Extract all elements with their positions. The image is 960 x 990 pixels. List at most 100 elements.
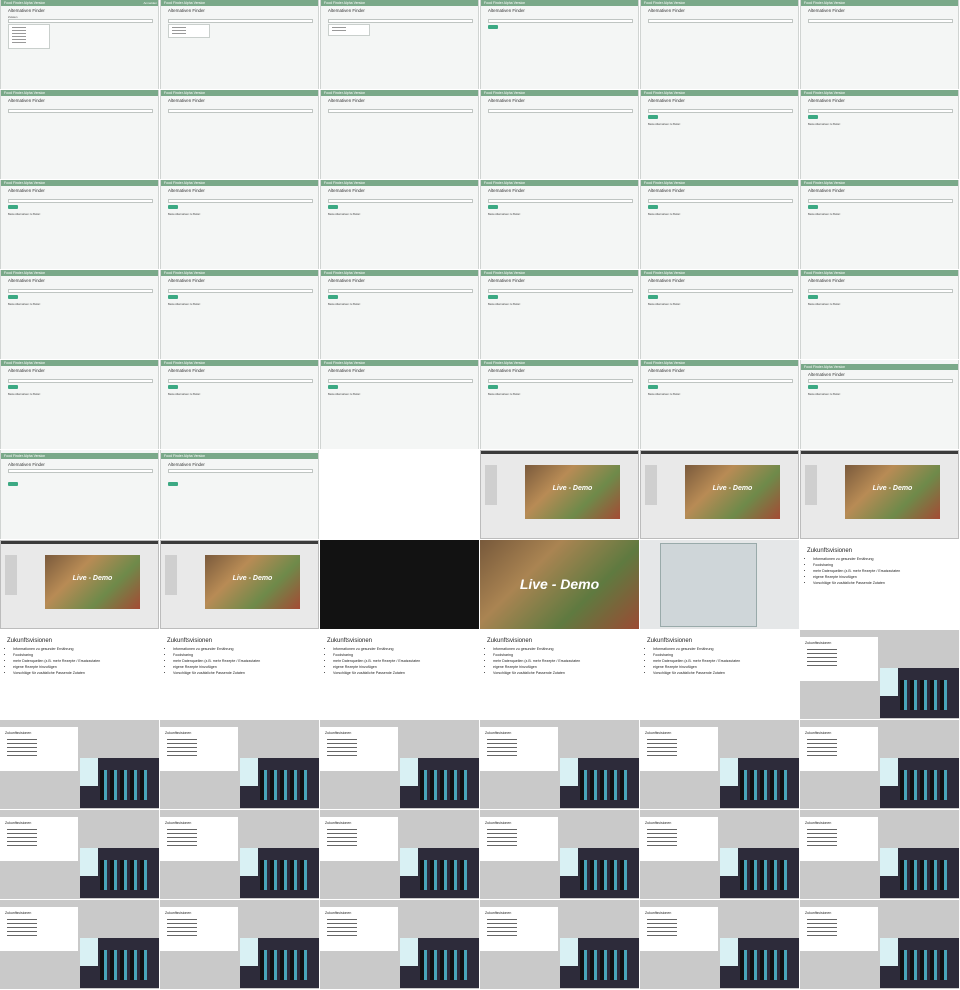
search-input[interactable] <box>808 289 953 293</box>
search-input[interactable] <box>8 109 153 113</box>
brand-label[interactable]: Food Finder Alpha Version <box>484 0 525 6</box>
brand-label[interactable]: Food Finder Alpha Version <box>4 360 45 366</box>
brand-label[interactable]: Food Finder Alpha Version <box>484 360 525 366</box>
search-button[interactable] <box>488 385 498 389</box>
search-button[interactable] <box>808 115 818 119</box>
search-input[interactable] <box>8 289 153 293</box>
nav-link[interactable]: Anmelden <box>143 0 157 6</box>
search-input[interactable] <box>488 199 633 203</box>
slide-thumbnails[interactable] <box>5 555 17 595</box>
brand-label[interactable]: Food Finder Alpha Version <box>164 270 205 276</box>
brand-label[interactable]: Food Finder Alpha Version <box>324 90 365 96</box>
search-input[interactable] <box>328 289 473 293</box>
search-button[interactable] <box>648 385 658 389</box>
search-button[interactable] <box>328 205 338 209</box>
search-button[interactable] <box>168 295 178 299</box>
slide-thumbnails[interactable] <box>645 465 657 505</box>
search-button[interactable] <box>488 205 498 209</box>
autocomplete-dropdown[interactable] <box>168 24 210 38</box>
talk-frame: Zukunftsvisionen <box>640 720 799 809</box>
slide-thumbnails[interactable] <box>485 465 497 505</box>
brand-label[interactable]: Food Finder Alpha Version <box>4 270 45 276</box>
brand-label[interactable]: Food Finder Alpha Version <box>644 90 685 96</box>
brand-label[interactable]: Food Finder Alpha Version <box>164 453 205 459</box>
search-button[interactable] <box>648 205 658 209</box>
search-input[interactable] <box>8 199 153 203</box>
search-button[interactable] <box>8 482 18 486</box>
brand-label[interactable]: Food Finder Alpha Version <box>804 0 845 6</box>
search-input[interactable] <box>328 109 473 113</box>
brand-label[interactable]: Food Finder Alpha Version <box>484 90 525 96</box>
slide-title: Zukunftsvisionen <box>807 548 853 554</box>
search-input[interactable] <box>488 109 633 113</box>
search-input[interactable] <box>168 379 313 383</box>
brand-label[interactable]: Food Finder Alpha Version <box>484 180 525 186</box>
search-input[interactable] <box>8 469 153 473</box>
brand-label[interactable]: Food Finder Alpha Version <box>484 270 525 276</box>
search-button[interactable] <box>808 385 818 389</box>
search-button[interactable] <box>488 295 498 299</box>
brand-label[interactable]: Food Finder Alpha Version <box>804 90 845 96</box>
search-button[interactable] <box>648 115 658 119</box>
brand-label[interactable]: Food Finder Alpha Version <box>644 180 685 186</box>
search-input[interactable] <box>328 19 473 23</box>
brand-label[interactable]: Food Finder Alpha Version <box>4 0 45 6</box>
autocomplete-dropdown[interactable] <box>8 24 50 49</box>
search-input[interactable] <box>168 469 313 473</box>
search-input[interactable] <box>8 19 153 23</box>
brand-label[interactable]: Food Finder Alpha Version <box>644 270 685 276</box>
brand-label[interactable]: Food Finder Alpha Version <box>4 90 45 96</box>
brand-label[interactable]: Food Finder Alpha Version <box>644 360 685 366</box>
search-input[interactable] <box>8 379 153 383</box>
search-input[interactable] <box>328 199 473 203</box>
brand-label[interactable]: Food Finder Alpha Version <box>324 180 365 186</box>
search-button[interactable] <box>328 295 338 299</box>
brand-label[interactable]: Food Finder Alpha Version <box>324 360 365 366</box>
search-input[interactable] <box>808 109 953 113</box>
search-input[interactable] <box>648 19 793 23</box>
brand-label[interactable]: Food Finder Alpha Version <box>324 0 365 6</box>
autocomplete-dropdown[interactable] <box>328 24 370 36</box>
search-input[interactable] <box>168 199 313 203</box>
search-input[interactable] <box>648 379 793 383</box>
search-input[interactable] <box>488 289 633 293</box>
search-button[interactable] <box>168 205 178 209</box>
search-input[interactable] <box>488 19 633 23</box>
search-input[interactable] <box>488 379 633 383</box>
brand-label[interactable]: Food Finder Alpha Version <box>804 180 845 186</box>
brand-label[interactable]: Food Finder Alpha Version <box>4 180 45 186</box>
search-button[interactable] <box>168 385 178 389</box>
search-input[interactable] <box>808 379 953 383</box>
search-button[interactable] <box>8 295 18 299</box>
search-button[interactable] <box>8 205 18 209</box>
brand-label[interactable]: Food Finder Alpha Version <box>804 364 845 370</box>
search-input[interactable] <box>168 19 313 23</box>
search-input[interactable] <box>808 199 953 203</box>
search-input[interactable] <box>648 289 793 293</box>
slide-thumbnails[interactable] <box>805 465 817 505</box>
search-button[interactable] <box>808 205 818 209</box>
brand-label[interactable]: Food Finder Alpha Version <box>164 0 205 6</box>
slide-thumbnails[interactable] <box>165 555 177 595</box>
search-button[interactable] <box>328 385 338 389</box>
brand-label[interactable]: Food Finder Alpha Version <box>164 180 205 186</box>
search-button[interactable] <box>648 295 658 299</box>
brand-label[interactable]: Food Finder Alpha Version <box>804 270 845 276</box>
search-button[interactable] <box>168 482 178 486</box>
search-input[interactable] <box>648 199 793 203</box>
search-input[interactable] <box>168 109 313 113</box>
brand-label[interactable]: Food Finder Alpha Version <box>644 0 685 6</box>
brand-label[interactable]: Food Finder Alpha Version <box>324 270 365 276</box>
vision-slide: Zukunftsvisionen Informationen zu gesunde… <box>800 540 959 629</box>
search-input[interactable] <box>808 19 953 23</box>
brand-label[interactable]: Food Finder Alpha Version <box>164 90 205 96</box>
search-button[interactable] <box>808 295 818 299</box>
search-input[interactable] <box>648 109 793 113</box>
brand-label[interactable]: Food Finder Alpha Version <box>4 453 45 459</box>
brand-label[interactable]: Food Finder Alpha Version <box>164 360 205 366</box>
search-input[interactable] <box>328 379 473 383</box>
search-button[interactable] <box>8 385 18 389</box>
page-title: Alternativen Finder <box>328 368 365 373</box>
search-button[interactable] <box>488 25 498 29</box>
search-input[interactable] <box>168 289 313 293</box>
